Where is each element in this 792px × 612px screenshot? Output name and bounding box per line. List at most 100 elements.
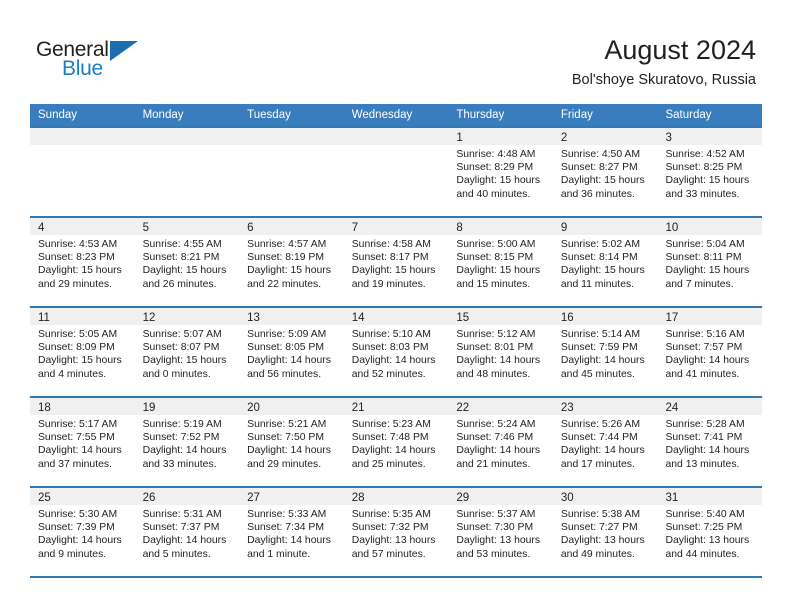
day-number-band: 1 (448, 128, 553, 145)
day-cell[interactable]: 1 Sunrise: 4:48 AM Sunset: 8:29 PM Dayli… (448, 128, 553, 216)
daylight-text-line1: Daylight: 14 hours (142, 535, 227, 547)
day-cell[interactable]: 23 Sunrise: 5:26 AM Sunset: 7:44 PM Dayl… (552, 398, 658, 486)
page-title: August 2024 (604, 35, 756, 65)
sunrise-text: Sunrise: 5:26 AM (560, 419, 641, 430)
sunrise-text: Sunrise: 5:05 AM (38, 329, 118, 340)
day-details: Sunrise: 5:33 AM Sunset: 7:34 PM Dayligh… (239, 505, 344, 561)
sunrise-text: Sunrise: 5:40 AM (665, 509, 745, 520)
day-number-band (343, 128, 449, 145)
day-details: Sunrise: 4:53 AM Sunset: 8:23 PM Dayligh… (30, 235, 135, 291)
sunset-text: Sunset: 8:14 PM (560, 252, 638, 264)
day-number-band: 9 (552, 218, 658, 235)
day-cell[interactable]: 10 Sunrise: 5:04 AM Sunset: 8:11 PM Dayl… (657, 218, 763, 306)
daylight-text-line1: Daylight: 15 hours (38, 355, 122, 367)
daylight-text-line2: and 26 minutes. (142, 278, 217, 290)
day-cell[interactable]: 29 Sunrise: 5:37 AM Sunset: 7:30 PM Dayl… (448, 488, 553, 576)
calendar-grid: Sunday Monday Tuesday Wednesday Thursday… (30, 104, 763, 578)
day-cell[interactable]: 17 Sunrise: 5:16 AM Sunset: 7:57 PM Dayl… (657, 308, 763, 396)
day-cell[interactable]: 31 Sunrise: 5:40 AM Sunset: 7:25 PM Dayl… (657, 488, 763, 576)
weekday-friday: Friday (560, 109, 593, 121)
day-cell[interactable]: 14 Sunrise: 5:10 AM Sunset: 8:03 PM Dayl… (343, 308, 449, 396)
daylight-text-line2: and 40 minutes. (456, 188, 531, 200)
day-number-band: 24 (657, 398, 763, 415)
day-cell[interactable]: 26 Sunrise: 5:31 AM Sunset: 7:37 PM Dayl… (134, 488, 240, 576)
sunrise-text: Sunrise: 4:50 AM (560, 149, 641, 160)
day-cell[interactable]: 7 Sunrise: 4:58 AM Sunset: 8:17 PM Dayli… (343, 218, 449, 306)
week-row: 18 Sunrise: 5:17 AM Sunset: 7:55 PM Dayl… (30, 396, 763, 486)
day-cell[interactable]: 12 Sunrise: 5:07 AM Sunset: 8:07 PM Dayl… (134, 308, 240, 396)
day-cell[interactable]: 15 Sunrise: 5:12 AM Sunset: 8:01 PM Dayl… (448, 308, 553, 396)
day-cell[interactable] (239, 128, 344, 216)
day-details: Sunrise: 5:35 AM Sunset: 7:32 PM Dayligh… (344, 505, 449, 561)
sunrise-text: Sunrise: 5:00 AM (456, 239, 536, 250)
day-cell[interactable]: 30 Sunrise: 5:38 AM Sunset: 7:27 PM Dayl… (552, 488, 658, 576)
day-number-band: 30 (552, 488, 658, 505)
day-cell[interactable]: 11 Sunrise: 5:05 AM Sunset: 8:09 PM Dayl… (30, 308, 135, 396)
day-cell[interactable]: 18 Sunrise: 5:17 AM Sunset: 7:55 PM Dayl… (30, 398, 135, 486)
day-cell[interactable]: 5 Sunrise: 4:55 AM Sunset: 8:21 PM Dayli… (134, 218, 240, 306)
day-cell[interactable]: 16 Sunrise: 5:14 AM Sunset: 7:59 PM Dayl… (552, 308, 658, 396)
day-number: 22 (456, 402, 470, 414)
sunrise-text: Sunrise: 5:02 AM (560, 239, 641, 250)
general-blue-logo[interactable]: General Blue (36, 38, 156, 86)
week-row: 4 Sunrise: 4:53 AM Sunset: 8:23 PM Dayli… (30, 216, 763, 306)
day-details: Sunrise: 4:52 AM Sunset: 8:25 PM Dayligh… (657, 145, 762, 201)
day-number-band: 31 (657, 488, 763, 505)
sunset-text: Sunset: 7:30 PM (456, 522, 534, 534)
day-cell[interactable]: 6 Sunrise: 4:57 AM Sunset: 8:19 PM Dayli… (239, 218, 344, 306)
sunrise-text: Sunrise: 5:19 AM (142, 419, 222, 430)
day-cell[interactable]: 28 Sunrise: 5:35 AM Sunset: 7:32 PM Dayl… (343, 488, 449, 576)
daylight-text-line1: Daylight: 14 hours (247, 355, 331, 367)
day-details: Sunrise: 5:19 AM Sunset: 7:52 PM Dayligh… (135, 415, 240, 471)
day-details: Sunrise: 5:40 AM Sunset: 7:25 PM Dayligh… (657, 505, 762, 561)
day-details: Sunrise: 5:28 AM Sunset: 7:41 PM Dayligh… (657, 415, 762, 471)
daylight-text-line2: and 7 minutes. (665, 278, 734, 290)
day-number: 3 (665, 132, 672, 144)
day-number: 27 (247, 492, 260, 504)
day-cell[interactable]: 3 Sunrise: 4:52 AM Sunset: 8:25 PM Dayli… (657, 128, 763, 216)
day-cell[interactable]: 20 Sunrise: 5:21 AM Sunset: 7:50 PM Dayl… (239, 398, 344, 486)
sunset-text: Sunset: 8:03 PM (351, 342, 429, 354)
daylight-text-line2: and 25 minutes. (351, 458, 426, 470)
day-cell[interactable] (134, 128, 240, 216)
sunrise-text: Sunrise: 5:07 AM (142, 329, 222, 340)
day-cell[interactable] (30, 128, 135, 216)
daylight-text-line1: Daylight: 15 hours (142, 355, 227, 367)
weekday-header-row: Sunday Monday Tuesday Wednesday Thursday… (30, 104, 762, 126)
day-number-band: 10 (657, 218, 763, 235)
day-number: 18 (38, 402, 51, 414)
day-number-band: 28 (343, 488, 449, 505)
day-cell[interactable]: 21 Sunrise: 5:23 AM Sunset: 7:48 PM Dayl… (343, 398, 449, 486)
day-number-band: 5 (134, 218, 240, 235)
day-number-band (30, 128, 135, 145)
sunset-text: Sunset: 7:41 PM (665, 432, 743, 444)
day-cell[interactable]: 25 Sunrise: 5:30 AM Sunset: 7:39 PM Dayl… (30, 488, 135, 576)
daylight-text-line2: and 57 minutes. (351, 548, 426, 560)
day-details: Sunrise: 5:00 AM Sunset: 8:15 PM Dayligh… (448, 235, 553, 291)
sunset-text: Sunset: 7:55 PM (38, 432, 115, 444)
sunrise-text: Sunrise: 5:16 AM (665, 329, 745, 340)
daylight-text-line2: and 33 minutes. (665, 188, 740, 200)
daylight-text-line1: Daylight: 15 hours (456, 175, 541, 187)
day-cell[interactable]: 27 Sunrise: 5:33 AM Sunset: 7:34 PM Dayl… (239, 488, 344, 576)
day-number: 1 (456, 132, 463, 144)
day-number-band: 25 (30, 488, 135, 505)
sunrise-text: Sunrise: 5:04 AM (665, 239, 745, 250)
day-cell[interactable]: 19 Sunrise: 5:19 AM Sunset: 7:52 PM Dayl… (134, 398, 240, 486)
day-cell[interactable] (343, 128, 449, 216)
day-details: Sunrise: 4:48 AM Sunset: 8:29 PM Dayligh… (448, 145, 553, 201)
day-cell[interactable]: 9 Sunrise: 5:02 AM Sunset: 8:14 PM Dayli… (552, 218, 658, 306)
day-cell[interactable]: 4 Sunrise: 4:53 AM Sunset: 8:23 PM Dayli… (30, 218, 135, 306)
day-details: Sunrise: 5:12 AM Sunset: 8:01 PM Dayligh… (448, 325, 553, 381)
day-cell[interactable]: 8 Sunrise: 5:00 AM Sunset: 8:15 PM Dayli… (448, 218, 553, 306)
day-cell[interactable]: 22 Sunrise: 5:24 AM Sunset: 7:46 PM Dayl… (448, 398, 553, 486)
day-cell[interactable]: 2 Sunrise: 4:50 AM Sunset: 8:27 PM Dayli… (552, 128, 658, 216)
daylight-text-line1: Daylight: 14 hours (351, 445, 436, 457)
day-cell[interactable]: 13 Sunrise: 5:09 AM Sunset: 8:05 PM Dayl… (239, 308, 344, 396)
sunrise-text: Sunrise: 4:52 AM (665, 149, 745, 160)
day-number: 14 (351, 312, 365, 324)
sunrise-text: Sunrise: 4:55 AM (142, 239, 222, 250)
day-details: Sunrise: 5:24 AM Sunset: 7:46 PM Dayligh… (448, 415, 553, 471)
day-cell[interactable]: 24 Sunrise: 5:28 AM Sunset: 7:41 PM Dayl… (657, 398, 763, 486)
weekday-monday: Monday (142, 109, 184, 121)
